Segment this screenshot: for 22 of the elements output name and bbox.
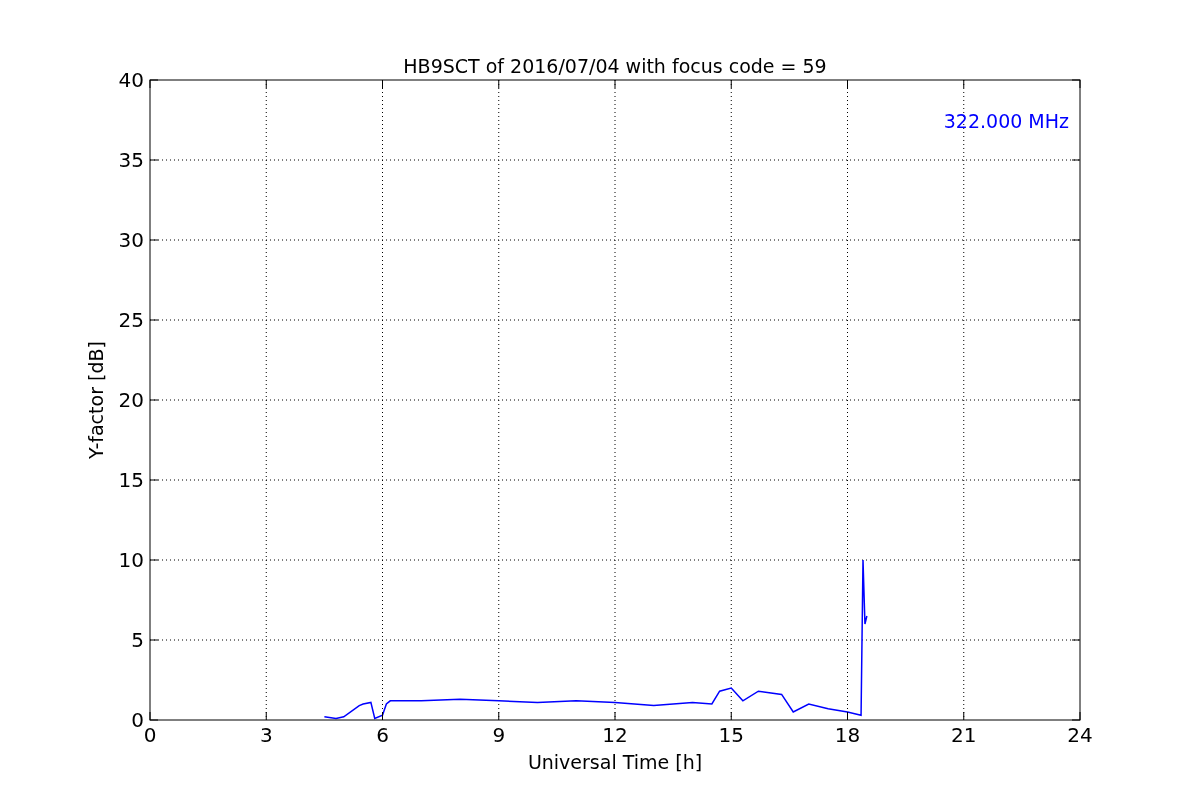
y-tick-label: 30 — [118, 228, 144, 252]
x-tick-label: 24 — [1067, 723, 1093, 747]
y-tick-label: 40 — [118, 68, 144, 92]
y-tick-label: 25 — [118, 308, 144, 332]
y-tick-label: 5 — [131, 628, 144, 652]
x-tick-label: 21 — [951, 723, 977, 747]
y-tick-label: 15 — [118, 468, 144, 492]
x-axis-label: Universal Time [h] — [527, 751, 703, 773]
x-tick-label: 12 — [602, 723, 628, 747]
y-axis-label: Y-factor [dB] — [85, 341, 107, 459]
x-tick-label: 9 — [492, 723, 506, 747]
y-tick-label: 0 — [131, 708, 144, 732]
frequency-annotation: 322.000 MHz — [943, 110, 1069, 132]
y-tick-label: 10 — [118, 548, 144, 572]
x-tick-label: 6 — [376, 723, 389, 747]
y-tick-label: 20 — [118, 388, 144, 412]
chart-title: HB9SCT of 2016/07/04 with focus code = 59 — [403, 55, 827, 77]
y-tick-label: 35 — [118, 148, 144, 172]
x-tick-label: 15 — [718, 723, 744, 747]
x-tick-label: 3 — [259, 723, 273, 747]
x-tick-label: 0 — [143, 723, 157, 747]
x-tick-label: 18 — [834, 723, 861, 747]
